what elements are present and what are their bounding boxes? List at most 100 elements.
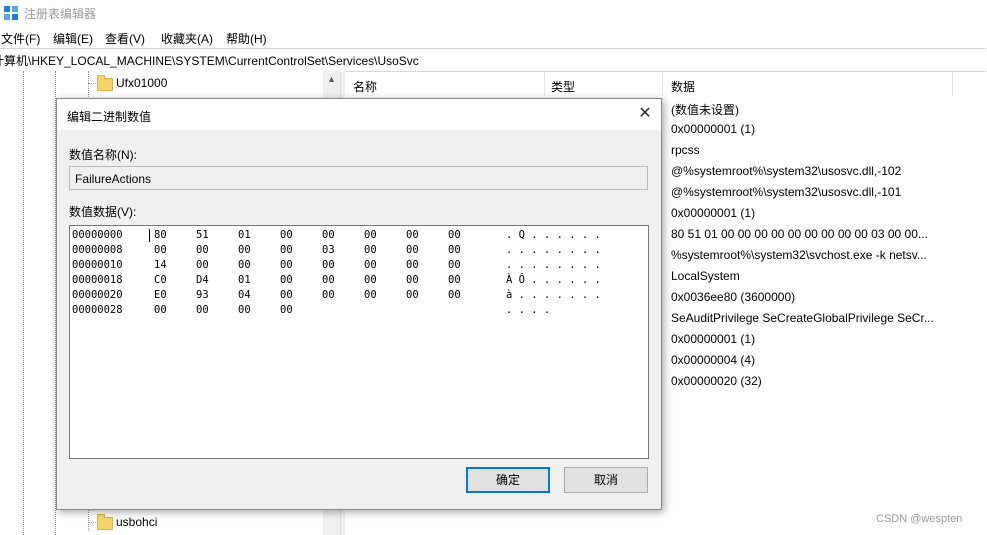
ok-button[interactable]: 确定 (466, 467, 550, 493)
hex-byte[interactable]: 00 (448, 273, 461, 288)
list-item-data[interactable]: 0x00000004 (4) (671, 353, 755, 367)
folder-icon (97, 514, 113, 530)
hex-offset: 00000020 (72, 289, 123, 301)
close-icon[interactable]: ✕ (635, 104, 655, 124)
list-item-data[interactable]: SeAuditPrivilege SeCreateGlobalPrivilege… (671, 311, 934, 325)
hex-byte[interactable]: 00 (280, 303, 293, 318)
hex-byte[interactable]: 00 (406, 288, 419, 303)
hex-byte[interactable]: 01 (238, 228, 251, 243)
cancel-button[interactable]: 取消 (564, 467, 648, 493)
hex-ascii[interactable]: À Ô . . . . . . (506, 273, 601, 288)
hex-byte[interactable]: 00 (364, 243, 377, 258)
list-item-data[interactable]: LocalSystem (671, 269, 740, 283)
hex-byte[interactable]: 00 (448, 258, 461, 273)
hex-byte[interactable]: 00 (196, 303, 209, 318)
hex-byte[interactable]: 00 (322, 273, 335, 288)
hex-ascii[interactable]: . . . . (506, 303, 550, 318)
hex-offset: 00000010 (72, 259, 123, 271)
list-item-data[interactable]: 0x00000001 (1) (671, 122, 755, 136)
column-separator[interactable] (662, 72, 663, 96)
hex-byte[interactable]: C0 (154, 273, 167, 288)
list-item-data[interactable]: @%systemroot%\system32\usosvc.dll,-102 (671, 164, 901, 178)
hex-ascii[interactable]: . Q . . . . . . (506, 228, 601, 243)
value-name-label: 数值名称(N): (69, 148, 137, 162)
hex-byte[interactable]: 00 (196, 243, 209, 258)
hex-byte[interactable]: 00 (238, 258, 251, 273)
menu-file[interactable]: 文件(F) (1, 30, 40, 47)
menu-view[interactable]: 查看(V) (105, 30, 145, 47)
hex-byte[interactable]: 00 (364, 258, 377, 273)
column-header-type[interactable]: 类型 (551, 78, 575, 95)
hex-offset: 00000008 (72, 244, 123, 256)
hex-byte[interactable]: 00 (280, 258, 293, 273)
hex-byte[interactable]: 80 (154, 228, 167, 243)
value-data-label: 数值数据(V): (69, 205, 137, 219)
title-bar (0, 0, 987, 26)
hex-byte[interactable]: 03 (322, 243, 335, 258)
hex-byte[interactable]: 00 (280, 288, 293, 303)
hex-byte[interactable]: 00 (280, 273, 293, 288)
hex-byte[interactable]: 00 (364, 273, 377, 288)
menu-edit[interactable]: 编辑(E) (53, 30, 93, 47)
list-item-data[interactable]: 0x0036ee80 (3600000) (671, 290, 795, 304)
list-item-data[interactable]: 0x00000001 (1) (671, 332, 755, 346)
column-separator[interactable] (952, 72, 953, 96)
hex-byte[interactable]: 00 (238, 243, 251, 258)
tree-guide-line (88, 522, 96, 523)
tree-guide-line (88, 83, 96, 84)
hex-byte[interactable]: 00 (154, 303, 167, 318)
hex-byte[interactable]: 00 (364, 228, 377, 243)
hex-byte[interactable]: 00 (406, 273, 419, 288)
menu-favorites[interactable]: 收藏夹(A) (161, 30, 213, 47)
hex-ascii[interactable]: . . . . . . . . (506, 258, 601, 273)
list-item-data[interactable]: @%systemroot%\system32\usosvc.dll,-101 (671, 185, 901, 199)
tree-guide-line (23, 71, 24, 535)
list-item-data[interactable]: 0x00000001 (1) (671, 206, 755, 220)
hex-byte[interactable]: E0 (154, 288, 167, 303)
hex-byte[interactable]: 00 (322, 288, 335, 303)
hex-byte[interactable]: 00 (364, 288, 377, 303)
hex-byte[interactable]: 00 (280, 228, 293, 243)
registry-icon (4, 6, 18, 20)
hex-byte[interactable]: 01 (238, 273, 251, 288)
hex-byte[interactable]: 00 (322, 228, 335, 243)
hex-byte[interactable]: 00 (238, 303, 251, 318)
hex-byte[interactable]: D4 (196, 273, 209, 288)
value-name-field: FailureActions (69, 166, 648, 190)
list-item-data[interactable]: rpcss (671, 143, 700, 157)
hex-ascii[interactable]: à . . . . . . . (506, 288, 601, 303)
tree-item-ufx01000[interactable]: Ufx01000 (116, 76, 167, 90)
hex-byte[interactable]: 00 (448, 243, 461, 258)
hex-byte[interactable]: 04 (238, 288, 251, 303)
watermark: CSDN @wespten (876, 513, 963, 525)
hex-byte[interactable]: 51 (196, 228, 209, 243)
hex-offset: 00000018 (72, 274, 123, 286)
hex-byte[interactable]: 00 (448, 288, 461, 303)
list-item-data[interactable]: 0x00000020 (32) (671, 374, 762, 388)
menu-help[interactable]: 帮助(H) (226, 30, 267, 47)
hex-byte[interactable]: 00 (406, 228, 419, 243)
hex-byte[interactable]: 00 (154, 243, 167, 258)
address-path[interactable]: 计算机\HKEY_LOCAL_MACHINE\SYSTEM\CurrentCon… (0, 52, 419, 69)
column-header-name[interactable]: 名称 (353, 78, 377, 95)
hex-byte[interactable]: 14 (154, 258, 167, 273)
list-item-data[interactable]: 80 51 01 00 00 00 00 00 00 00 00 00 03 0… (671, 227, 928, 241)
hex-byte[interactable]: 00 (196, 258, 209, 273)
hex-editor[interactable]: 00000000 80 51 01 00 00 00 00 00. Q . . . . . .0… (69, 225, 649, 459)
list-item-data[interactable]: (数值未设置) (671, 101, 739, 118)
hex-byte[interactable]: 00 (406, 258, 419, 273)
list-item-data[interactable]: %systemroot%\system32\svchost.exe -k net… (671, 248, 927, 262)
hex-byte[interactable]: 00 (280, 243, 293, 258)
scroll-up-arrow-icon[interactable]: ▲ (323, 74, 340, 88)
column-header-data[interactable]: 数据 (671, 78, 695, 95)
list-header (345, 72, 987, 96)
edit-binary-dialog: 编辑二进制数值 ✕ 数值名称(N): FailureActions 数值数据(V… (56, 98, 662, 510)
hex-byte[interactable]: 00 (448, 228, 461, 243)
hex-byte[interactable]: 00 (406, 243, 419, 258)
hex-byte[interactable]: 93 (196, 288, 209, 303)
tree-item-usbohci[interactable]: usbohci (116, 515, 157, 529)
column-separator[interactable] (544, 72, 545, 96)
hex-byte[interactable]: 00 (322, 258, 335, 273)
hex-ascii[interactable]: . . . . . . . . (506, 243, 601, 258)
hex-offset: 00000000 (72, 229, 123, 241)
